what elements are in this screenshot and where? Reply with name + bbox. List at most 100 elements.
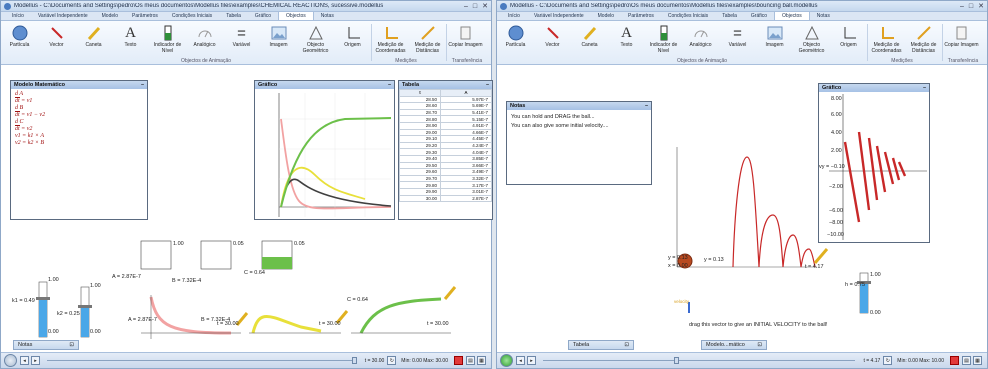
objecto-geometrico-button[interactable]: Objecto Geométrico	[297, 21, 334, 64]
origem-button[interactable]: Origem	[830, 21, 867, 64]
particula-button[interactable]: Partícula	[1, 21, 38, 64]
vector-button[interactable]: Vector	[38, 21, 75, 64]
tab-modelo[interactable]: Modelo	[591, 12, 621, 20]
caneta-button[interactable]: Caneta	[75, 21, 112, 64]
texto-button[interactable]: A Texto	[112, 21, 149, 64]
model-panel[interactable]: Modelo Matemático – d Adt = v1 d Bdt = v1…	[10, 80, 148, 220]
tab-notas[interactable]: Notas	[314, 12, 341, 20]
tab-grafico[interactable]: Gráfico	[744, 12, 774, 20]
tab-notas[interactable]: Notas	[810, 12, 837, 20]
layout-icon[interactable]: ▦	[973, 356, 982, 365]
vector-button[interactable]: Vector	[534, 21, 571, 64]
tab-variavel-independente[interactable]: Variável Independente	[31, 12, 95, 20]
time-value: t = 30.00	[364, 357, 385, 364]
view-icon[interactable]: ▤	[962, 356, 971, 365]
tab-condicoes-iniciais[interactable]: Condições Iniciais	[661, 12, 715, 20]
minimize-icon[interactable]: –	[464, 3, 468, 10]
tabela-tab[interactable]: Tabela ⊡	[568, 340, 634, 350]
table-row[interactable]: 29.70 3.32E-7	[399, 174, 492, 183]
step-forward-button[interactable]: ▸	[31, 356, 40, 365]
time-slider[interactable]	[543, 357, 856, 364]
restore-icon[interactable]: ⊡	[757, 342, 762, 348]
table-row[interactable]: 30.00 2.87E-7	[399, 194, 492, 203]
play-button[interactable]	[500, 354, 513, 367]
table-row[interactable]: 29.40 3.85E-7	[399, 154, 492, 163]
time-slider[interactable]	[47, 357, 357, 364]
maximize-icon[interactable]: □	[969, 3, 973, 10]
tab-parametros[interactable]: Parâmetros	[621, 12, 661, 20]
equations[interactable]: d Adt = v1 d Bdt = v1 − v2 d Cdt = v2 v1…	[11, 89, 147, 149]
restore-icon[interactable]: ⊡	[69, 342, 74, 348]
modelo-tab[interactable]: Modelo...mático ⊡	[701, 340, 767, 350]
k1-handle[interactable]	[36, 297, 50, 300]
table-row[interactable]: 29.20 4.24E-7	[399, 141, 492, 150]
table-row[interactable]: 28.90 4.91E-7	[399, 121, 492, 130]
table-row[interactable]: 28.50 5.97E-7	[399, 95, 492, 104]
refresh-icon[interactable]: ↻	[883, 356, 893, 365]
table-row[interactable]: 28.80 5.15E-7	[399, 115, 492, 123]
table-row[interactable]: 29.90 3.01E-7	[399, 187, 492, 196]
layout-icon[interactable]: ▦	[477, 356, 486, 365]
restore-icon[interactable]: ⊡	[624, 342, 629, 348]
tab-tabela[interactable]: Tabela	[715, 12, 744, 20]
minimize-icon[interactable]: –	[960, 3, 964, 10]
notes-tab[interactable]: Notas ⊡	[13, 340, 79, 350]
stop-button[interactable]	[950, 356, 959, 365]
texto-button[interactable]: A Texto	[608, 21, 645, 64]
stop-button[interactable]	[454, 356, 463, 365]
minimize-icon[interactable]: –	[486, 82, 489, 88]
h-max: 1.00	[870, 272, 881, 278]
graph-panel[interactable]: Gráfico –	[254, 80, 395, 220]
time-slider-knob[interactable]	[674, 357, 680, 364]
A-plot-label: A = 2.87E-7	[128, 317, 157, 323]
particula-button[interactable]: Partícula	[497, 21, 534, 64]
table-row[interactable]: 29.00 4.66E-7	[399, 128, 492, 137]
table-row[interactable]: 29.10 4.45E-7	[399, 135, 492, 143]
table-row[interactable]: 28.60 5.69E-7	[399, 102, 492, 110]
notes-text[interactable]: You can hold and DRAG the ball... You ca…	[507, 110, 651, 134]
k2-handle[interactable]	[78, 305, 92, 308]
data-table[interactable]: tA 28.50 5.97E-7 28.60 5.69E-7 28.70 5.41E-7 2…	[399, 89, 492, 203]
graph-plot[interactable]	[255, 89, 394, 219]
tab-tabela[interactable]: Tabela	[219, 12, 248, 20]
caneta-button[interactable]: Caneta	[571, 21, 608, 64]
variable-icon: =	[237, 24, 246, 42]
tab-inicio[interactable]: Início	[5, 12, 31, 20]
refresh-icon[interactable]: ↻	[387, 356, 397, 365]
minimize-icon[interactable]: –	[923, 85, 926, 91]
minimize-icon[interactable]: –	[388, 82, 391, 88]
panel-title: Modelo Matemático –	[11, 81, 147, 89]
minimize-icon[interactable]: –	[645, 103, 648, 109]
maximize-icon[interactable]: □	[473, 3, 477, 10]
step-back-button[interactable]: ◂	[516, 356, 525, 365]
close-icon[interactable]: ✕	[978, 2, 984, 10]
tab-variavel-independente[interactable]: Variável Independente	[527, 12, 591, 20]
step-forward-button[interactable]: ▸	[527, 356, 536, 365]
tab-inicio[interactable]: Início	[501, 12, 527, 20]
table-panel[interactable]: Tabela – tA 28.50 5.97E-7 28.60 5.69E-7 28.70…	[398, 80, 493, 220]
objecto-geometrico-button[interactable]: Objecto Geométrico	[793, 21, 830, 64]
medicao-distancias-label: Medição de Distâncias	[414, 42, 441, 54]
time-slider-knob[interactable]	[351, 357, 357, 364]
table-row[interactable]: 29.50 3.66E-7	[399, 161, 492, 170]
modelo-tab-label: Modelo...mático	[706, 342, 745, 348]
tab-objectos[interactable]: Objectos	[278, 11, 314, 20]
table-row[interactable]: 29.30 4.04E-7	[399, 148, 492, 156]
imagem-label: Imagem	[269, 42, 288, 48]
table-row[interactable]: 28.70 5.41E-7	[399, 108, 492, 117]
step-back-button[interactable]: ◂	[20, 356, 29, 365]
origem-button[interactable]: Origem	[334, 21, 371, 64]
tab-objectos[interactable]: Objectos	[774, 11, 810, 20]
variable-icon: =	[733, 24, 742, 42]
table-row[interactable]: 29.60 3.49E-7	[399, 168, 492, 176]
tab-condicoes-iniciais[interactable]: Condições Iniciais	[165, 12, 219, 20]
minimize-icon[interactable]: –	[141, 82, 144, 88]
table-row[interactable]: 29.80 3.17E-7	[399, 181, 492, 189]
cell-A: 3.17E-7	[439, 181, 492, 189]
close-icon[interactable]: ✕	[482, 2, 488, 10]
play-button[interactable]	[4, 354, 17, 367]
tab-grafico[interactable]: Gráfico	[248, 12, 278, 20]
view-icon[interactable]: ▤	[466, 356, 475, 365]
tab-parametros[interactable]: Parâmetros	[125, 12, 165, 20]
tab-modelo[interactable]: Modelo	[95, 12, 125, 20]
